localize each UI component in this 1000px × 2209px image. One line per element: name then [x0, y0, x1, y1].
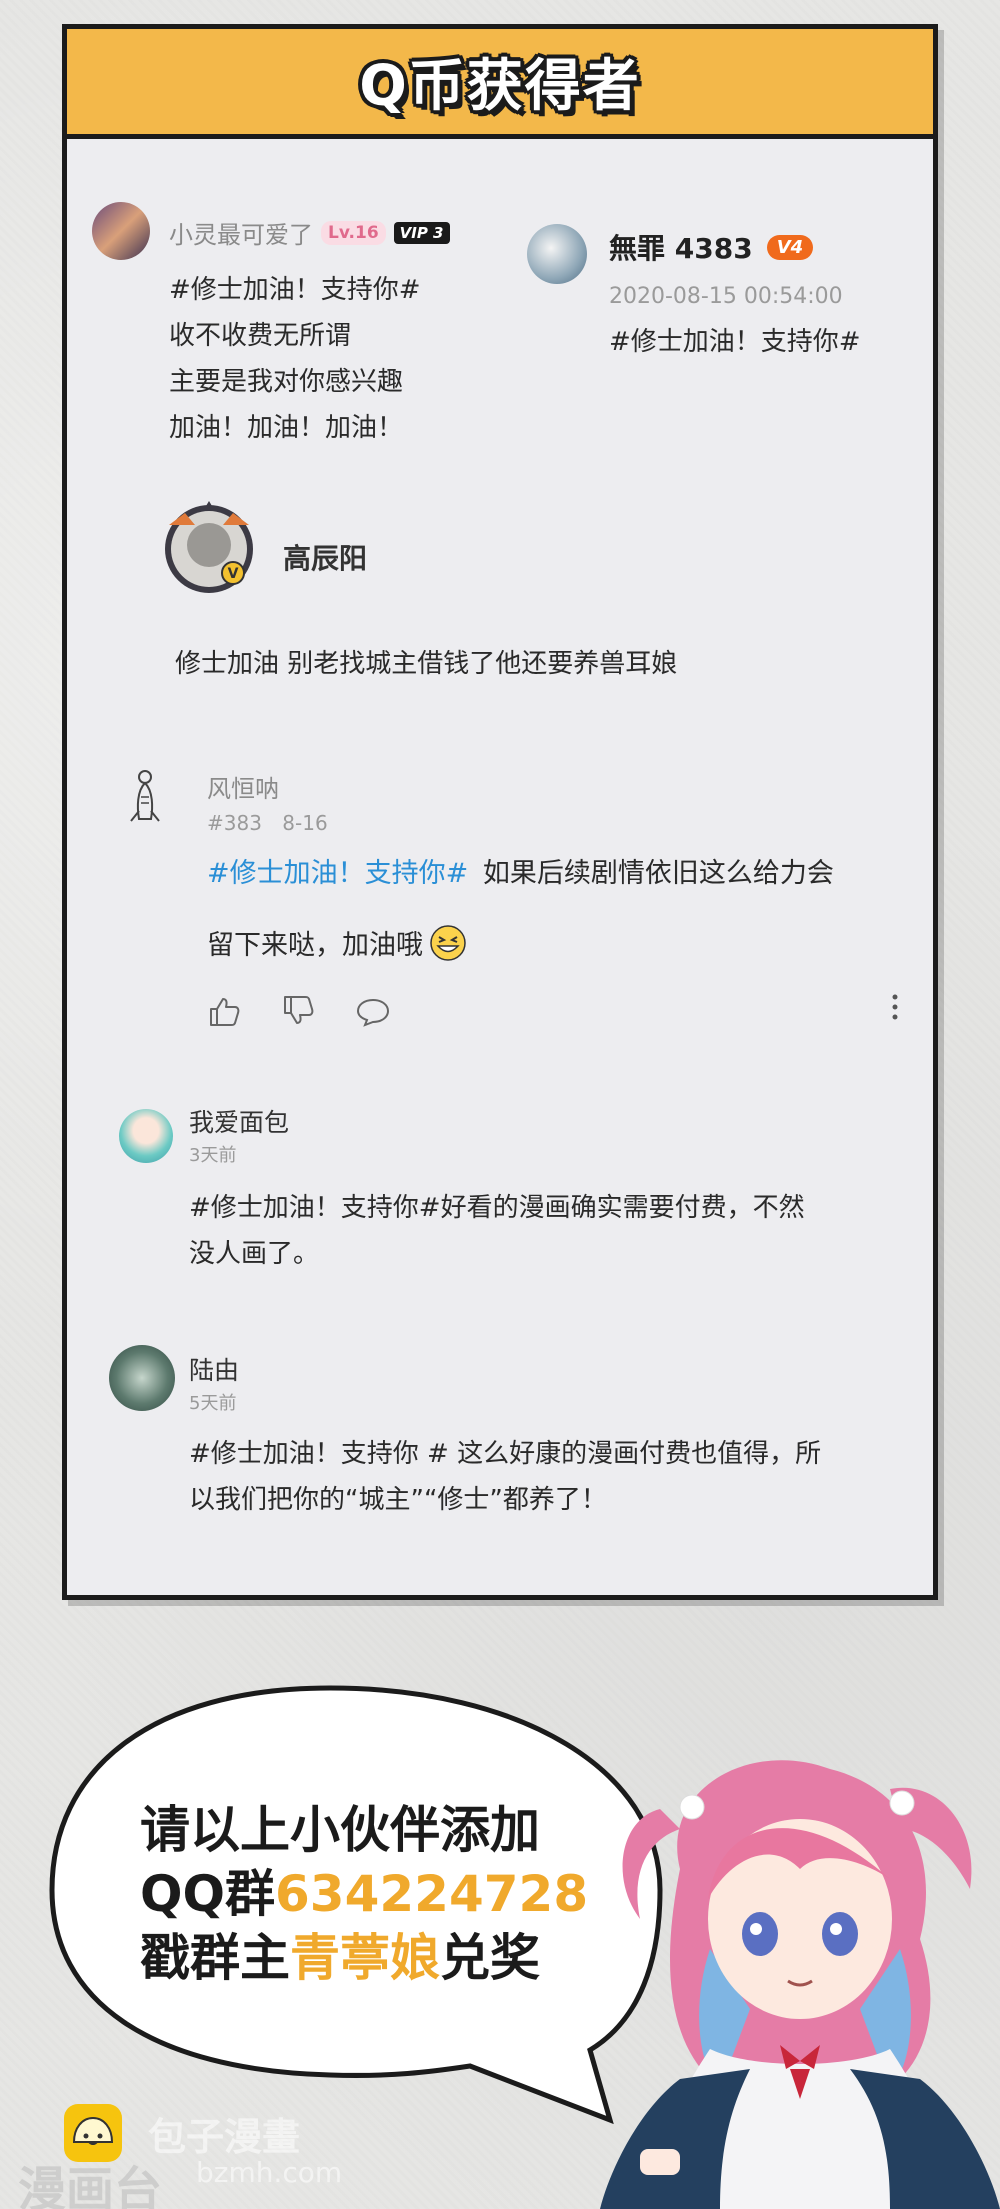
rocket-icon — [130, 770, 160, 822]
comment-line: #修士加油！支持你# — [169, 275, 421, 305]
comment-meta: #383 8-16 — [207, 811, 328, 835]
thumbs-down-icon — [284, 996, 314, 1024]
timestamp: 2020-08-15 00:54:00 — [609, 284, 843, 309]
comment-bubble-icon — [356, 998, 390, 1027]
comment-line: #修士加油！支持你#好看的漫画确实需要付费，不然 — [189, 1193, 805, 1223]
bubble-text: 请以上小伙伴添加 QQ群634224728 戳群主青葶娘兑奖 — [140, 1798, 588, 1990]
comment-text: 修士加油 别老找城主借钱了他还要养兽耳娘 — [175, 649, 678, 679]
timestamp: 5天前 — [189, 1393, 237, 1414]
comment-line: 留下来哒，加油哦 — [207, 930, 423, 961]
post-date: 8-16 — [282, 811, 328, 835]
reply-button[interactable] — [355, 997, 391, 1027]
group-owner-name: 青葶娘 — [290, 1929, 440, 1987]
more-vertical-icon — [892, 994, 898, 1020]
watermark-text: 漫画台 — [18, 2162, 163, 2209]
comment-text: 留下来哒，加油哦 — [207, 923, 467, 962]
vip-badge: VIP 3 — [393, 221, 450, 244]
avatar[interactable] — [527, 224, 587, 284]
timestamp: 3天前 — [189, 1145, 237, 1166]
watermark: 包子漫畫 漫画台 bzmh.com — [18, 2098, 578, 2209]
thumbs-up-icon — [210, 998, 240, 1026]
comment-line: 没人画了。 — [189, 1239, 320, 1269]
level-badge: Lv.16 — [321, 220, 386, 245]
username[interactable]: 無罪 4383 — [609, 227, 753, 267]
comment-text: #修士加油！支持你# 收不收费无所谓 主要是我对你感兴趣 加油！加油！加油！ — [169, 267, 421, 451]
comment-line: 收不收费无所谓 — [169, 321, 352, 351]
bubble-line: 请以上小伙伴添加 — [140, 1801, 540, 1859]
comment-line: 以我们把你的“城主”“修士”都养了！ — [189, 1485, 607, 1515]
winners-panel: Q币获得者 小灵最可爱了 Lv.16 VIP 3 #修士加油！支持你# 收不收费… — [62, 24, 938, 1600]
comment-header: 小灵最可爱了 Lv.16 VIP 3 — [169, 215, 450, 250]
avatar[interactable] — [119, 1109, 173, 1163]
comment-text: #修士加油！支持你# 如果后续剧情依旧这么给力会 — [207, 851, 834, 890]
comment-text: #修士加油！支持你 # 这么好康的漫画付费也值得，所 以我们把你的“城主”“修士… — [189, 1431, 821, 1523]
svg-text:V: V — [228, 566, 239, 582]
comment-header: 無罪 4383 V4 — [609, 227, 814, 267]
dislike-button[interactable] — [281, 995, 315, 1027]
username[interactable]: 高辰阳 — [283, 537, 367, 577]
floor-number: #383 — [207, 811, 262, 835]
more-options-button[interactable] — [891, 993, 899, 1021]
comment-line: 如果后续剧情依旧这么给力会 — [482, 858, 834, 889]
panel-title: Q币获得者 — [359, 54, 641, 119]
qq-group-label: QQ群 — [140, 1865, 276, 1923]
avatar-frame-graphic: V — [165, 501, 253, 593]
username[interactable]: 陆由 — [189, 1351, 239, 1387]
comment-text: #修士加油！支持你# — [609, 327, 861, 357]
topic-tag[interactable]: #修士加油！支持你# — [207, 858, 468, 889]
comment-line: 主要是我对你感兴趣 — [169, 367, 404, 397]
watermark-text: 包子漫畫 — [148, 2115, 301, 2159]
comment-line: #修士加油！支持你 # 这么好康的漫画付费也值得，所 — [189, 1439, 822, 1469]
avatar[interactable] — [109, 1345, 175, 1411]
comment-line: 加油！加油！加油！ — [169, 413, 404, 443]
bubble-line: 戳群主青葶娘兑奖 — [140, 1926, 588, 1990]
like-button[interactable] — [207, 995, 241, 1027]
v-level-badge: V4 — [766, 234, 814, 260]
avatar-frame[interactable]: V — [155, 495, 263, 603]
avatar-icon[interactable] — [119, 767, 171, 829]
qq-group-number[interactable]: 634224728 — [275, 1865, 588, 1923]
username[interactable]: 风恒呐 — [207, 769, 279, 804]
grin-emoji-icon — [430, 924, 466, 961]
bubble-suffix: 兑奖 — [440, 1929, 540, 1987]
bubble-line: QQ群634224728 — [140, 1862, 588, 1926]
username[interactable]: 小灵最可爱了 — [169, 215, 313, 250]
bubble-prefix: 戳群主 — [140, 1929, 290, 1987]
comment-text: #修士加油！支持你#好看的漫画确实需要付费，不然 没人画了。 — [189, 1185, 805, 1277]
username[interactable]: 我爱面包 — [189, 1103, 289, 1139]
avatar[interactable] — [92, 202, 150, 260]
mascot-character — [600, 1760, 1000, 2209]
watermark-url: bzmh.com — [196, 2156, 343, 2189]
panel-header: Q币获得者 — [67, 29, 933, 139]
